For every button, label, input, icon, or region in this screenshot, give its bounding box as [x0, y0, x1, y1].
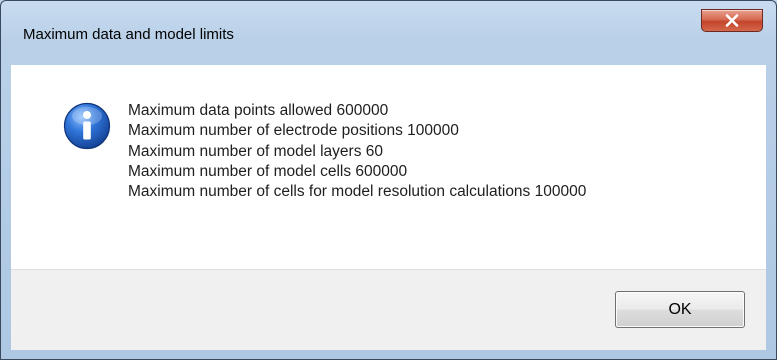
message-line: Maximum number of model layers 60 [128, 142, 383, 160]
message-line: Maximum number of cells for model resolu… [128, 183, 587, 201]
close-icon [725, 14, 739, 27]
ok-button[interactable]: OK [615, 291, 745, 328]
message-area: Maximum data points allowed 600000 Maxim… [11, 65, 766, 269]
close-button[interactable] [701, 9, 763, 32]
dialog-window: Maximum data and model limits Maximum da… [0, 0, 777, 360]
message-line: Maximum number of model cells 600000 [128, 162, 408, 180]
message-line: Maximum number of electrode positions 10… [128, 122, 459, 140]
message-list: Maximum data points allowed 600000 Maxim… [128, 101, 586, 202]
dialog-title: Maximum data and model limits [23, 26, 234, 43]
message-line: Maximum data points allowed 600000 [128, 102, 389, 119]
title-bar[interactable]: Maximum data and model limits [1, 1, 776, 43]
info-icon [63, 102, 111, 150]
button-bar: OK [11, 269, 766, 350]
